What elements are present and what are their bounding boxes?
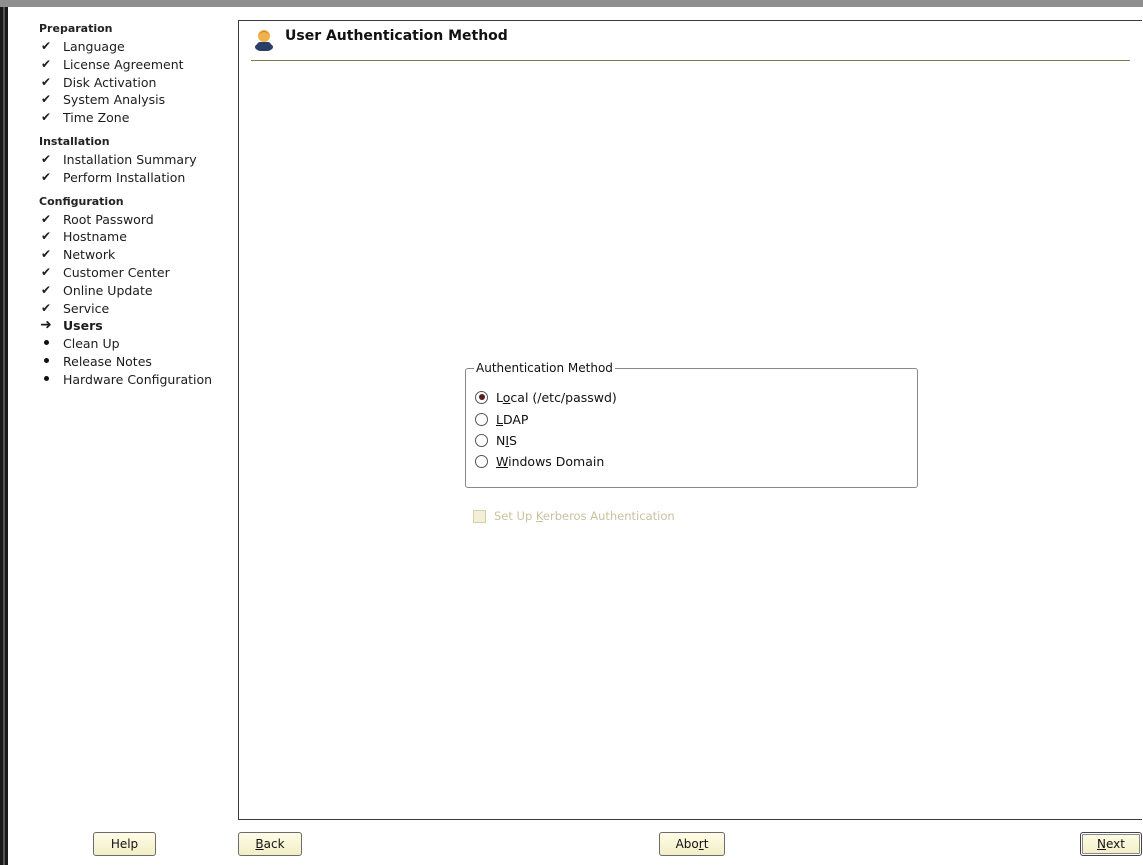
step-users: Users: [28, 317, 228, 335]
back-button[interactable]: Back: [238, 832, 302, 856]
checkmark-icon: [38, 300, 54, 318]
checkmark-icon: [38, 109, 54, 127]
help-button[interactable]: Help: [93, 832, 156, 856]
checkmark-icon: [38, 228, 54, 246]
radio-label: NIS: [496, 432, 517, 448]
radio-label: LDAP: [496, 411, 529, 427]
step-online-update: Online Update: [28, 282, 228, 300]
header-divider: [251, 60, 1130, 61]
step-label: Time Zone: [63, 110, 130, 126]
checkmark-icon: [38, 38, 54, 56]
checkmark-icon: [38, 74, 54, 92]
kerberos-label: Set Up Kerberos Authentication: [494, 509, 675, 523]
sidebar-section-title: Configuration: [39, 194, 124, 208]
user-icon: [255, 30, 273, 51]
bullet-icon: [38, 353, 54, 371]
step-perform-installation: Perform Installation: [28, 169, 228, 187]
sidebar-section-title: Installation: [39, 134, 110, 148]
radio-ldap[interactable]: LDAP: [475, 409, 528, 429]
step-disk-activation: Disk Activation: [28, 74, 228, 92]
step-label: License Agreement: [63, 56, 184, 72]
step-label: Clean Up: [63, 336, 120, 352]
group-legend: Authentication Method: [474, 361, 615, 375]
abort-button[interactable]: Abo r t: [659, 832, 725, 856]
step-root-password: Root Password: [28, 211, 228, 229]
step-network: Network: [28, 246, 228, 264]
step-license-agreement: License Agreement: [28, 56, 228, 74]
step-time-zone: Time Zone: [28, 109, 228, 127]
step-label: Disk Activation: [63, 74, 157, 90]
step-label: Hardware Configuration: [63, 371, 213, 387]
radio-unselected-icon[interactable]: [475, 454, 488, 468]
kerberos-checkbox[interactable]: Set Up Kerberos Authentication: [473, 509, 675, 523]
step-label: Release Notes: [63, 353, 152, 369]
sidebar-section-preparation: Preparation Language License Agreement D…: [28, 20, 228, 127]
checkmark-icon: [38, 169, 54, 187]
sidebar-section-configuration: Configuration Root Password Hostname Net…: [28, 193, 228, 389]
radio-label: Local (/etc/passwd): [496, 389, 617, 405]
window-top-border: [0, 0, 1143, 7]
step-release-notes: Release Notes: [28, 353, 228, 371]
checkmark-icon: [38, 211, 54, 229]
step-language: Language: [28, 38, 228, 56]
step-service: Service: [28, 300, 228, 318]
step-label: Customer Center: [63, 264, 170, 280]
step-label: System Analysis: [63, 92, 166, 108]
authentication-method-group: Authentication Method Local (/etc/passwd…: [465, 361, 918, 488]
step-installation-summary: Installation Summary: [28, 151, 228, 169]
sidebar-section-installation: Installation Installation Summary Perfor…: [28, 133, 228, 187]
window-left-border: [0, 7, 8, 865]
step-hostname: Hostname: [28, 228, 228, 246]
step-system-analysis: System Analysis: [28, 91, 228, 109]
main-content-panel: User Authentication Method Authenticatio…: [238, 20, 1142, 820]
step-label: Service: [63, 300, 110, 316]
next-button[interactable]: Next: [1080, 832, 1142, 856]
radio-label: Windows Domain: [496, 453, 605, 469]
checkbox-icon[interactable]: [473, 509, 486, 523]
step-customer-center: Customer Center: [28, 264, 228, 282]
installation-steps-sidebar: Preparation Language License Agreement D…: [28, 20, 228, 395]
step-label: Installation Summary: [63, 151, 197, 167]
radio-windows-domain[interactable]: Windows Domain: [475, 451, 604, 471]
arrow-right-icon: [38, 317, 54, 335]
checkmark-icon: [38, 282, 54, 300]
step-label: Perform Installation: [63, 169, 186, 185]
checkmark-icon: [38, 91, 54, 109]
step-label: Users: [63, 318, 103, 334]
radio-nis[interactable]: NIS: [475, 430, 517, 450]
step-clean-up: Clean Up: [28, 335, 228, 353]
bullet-icon: [38, 371, 54, 389]
step-label: Online Update: [63, 282, 153, 298]
checkmark-icon: [38, 56, 54, 74]
step-label: Language: [63, 39, 125, 54]
radio-selected-icon[interactable]: [475, 390, 488, 404]
step-label: Hostname: [63, 229, 127, 245]
step-hardware-configuration: Hardware Configuration: [28, 371, 228, 389]
checkmark-icon: [38, 246, 54, 264]
page-title: User Authentication Method: [285, 28, 508, 44]
radio-unselected-icon[interactable]: [475, 412, 488, 426]
sidebar-section-title: Preparation: [39, 22, 113, 35]
checkmark-icon: [38, 151, 54, 169]
step-label: Root Password: [63, 211, 154, 227]
step-label: Network: [63, 247, 116, 263]
checkmark-icon: [38, 264, 54, 282]
radio-unselected-icon[interactable]: [475, 433, 488, 447]
radio-local[interactable]: Local (/etc/passwd): [475, 387, 617, 407]
bullet-icon: [38, 335, 54, 353]
